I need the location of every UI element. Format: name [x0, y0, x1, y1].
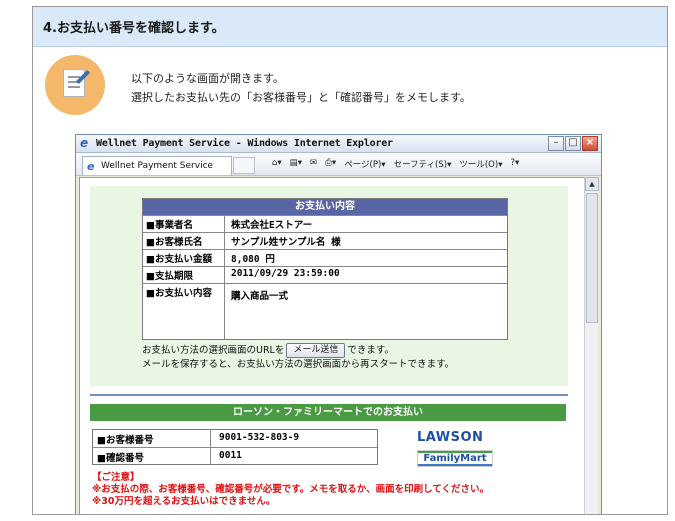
tools-menu[interactable]: ツール(O)▾: [459, 158, 502, 170]
scroll-up-icon[interactable]: ▲: [585, 177, 599, 191]
help-icon[interactable]: ?▾: [510, 158, 519, 170]
step-title: 4.お支払い番号を確認します。: [33, 7, 667, 47]
home-icon[interactable]: ⌂▾: [272, 158, 282, 170]
mail-instructions: お支払い方法の選択画面のURLを メール送信 できます。 メールを保存すると、お支払…: [142, 343, 455, 370]
store-payment-section: ローソン・ファミリーマートでのお支払い ■お客様番号 9001-532-803-…: [90, 394, 568, 514]
familymart-logo: FamilyMart: [417, 450, 493, 467]
table-row: ■お支払い金額 8,080 円: [143, 249, 507, 266]
intro-section: 以下のような画面が開きます。 選択したお支払い先の「お客様番号」と「確認番号」を…: [45, 55, 645, 125]
feeds-icon[interactable]: ▤▾: [290, 158, 302, 170]
mail-icon[interactable]: ✉: [310, 158, 317, 170]
customer-number: 9001-532-803-9: [219, 432, 300, 443]
browser-titlebar: e Wellnet Payment Service - Windows Inte…: [76, 135, 601, 153]
notice-title: 【ご注意】: [92, 472, 140, 483]
confirmation-number: 0011: [219, 450, 242, 461]
close-button[interactable]: ×: [582, 136, 598, 151]
lawson-logo: LAWSON: [417, 430, 484, 445]
notice: 【ご注意】 ※お支払の際、お客様番号、確認番号が必要です。メモを取るか、画面を印…: [92, 472, 489, 508]
tab-title: Wellnet Payment Service: [101, 161, 214, 171]
mail-note: メールを保存すると、お支払い方法の選択画面から再スタートできます。: [142, 359, 455, 370]
table-row: ■お支払い内容 購入商品一式: [143, 283, 507, 339]
page-menu[interactable]: ページ(P)▾: [344, 158, 385, 170]
table-row: ■お客様氏名 サンプル姓サンプル名 様: [143, 232, 507, 249]
table-row: ■支払期限 2011/09/29 23:59:00: [143, 266, 507, 283]
memo-icon: [45, 55, 105, 115]
payment-details-table: お支払い内容 ■事業者名 株式会社Eストアー ■お客様氏名 サンプル姓サンプル名…: [142, 198, 508, 340]
new-tab-button[interactable]: [233, 157, 255, 174]
ie-logo-icon: e: [80, 136, 89, 150]
scroll-thumb[interactable]: [586, 193, 598, 323]
notice-line-1: ※お支払の際、お客様番号、確認番号が必要です。メモを取るか、画面を印刷してくださ…: [92, 484, 490, 495]
intro-line-1: 以下のような画面が開きます。: [131, 72, 284, 85]
browser-toolbar: e Wellnet Payment Service ⌂▾ ▤▾ ✉ ⎙▾ ページ…: [76, 153, 601, 176]
minimize-button[interactable]: –: [548, 136, 564, 151]
ie-tab-icon: e: [87, 160, 95, 173]
send-mail-button[interactable]: メール送信: [286, 343, 346, 358]
table-row: ■事業者名 株式会社Eストアー: [143, 215, 507, 232]
payment-details-header: お支払い内容: [143, 199, 507, 215]
notice-line-2: ※30万円を超えるお支払いはできません。: [92, 496, 276, 507]
browser-window: e Wellnet Payment Service - Windows Inte…: [75, 134, 602, 514]
table-row: ■確認番号 0011: [93, 447, 377, 464]
vertical-scrollbar[interactable]: ▲: [584, 177, 599, 514]
payment-number-table: ■お客様番号 9001-532-803-9 ■確認番号 0011: [92, 429, 378, 465]
step-panel: 4.お支払い番号を確認します。 以下のような画面が開きます。 選択したお支払い先…: [32, 6, 668, 515]
browser-tab[interactable]: e Wellnet Payment Service: [82, 156, 232, 175]
window-title: Wellnet Payment Service - Windows Intern…: [96, 138, 393, 149]
table-row: ■お客様番号 9001-532-803-9: [93, 430, 377, 447]
intro-line-2: 選択したお支払い先の「お客様番号」と「確認番号」をメモします。: [131, 91, 471, 104]
safety-menu[interactable]: セーフティ(S)▾: [394, 158, 452, 170]
print-icon[interactable]: ⎙▾: [325, 158, 336, 170]
store-payment-header: ローソン・ファミリーマートでのお支払い: [90, 404, 566, 421]
maximize-button[interactable]: □: [565, 136, 581, 151]
page-content: お支払い内容 ■事業者名 株式会社Eストアー ■お客様氏名 サンプル姓サンプル名…: [79, 177, 585, 514]
